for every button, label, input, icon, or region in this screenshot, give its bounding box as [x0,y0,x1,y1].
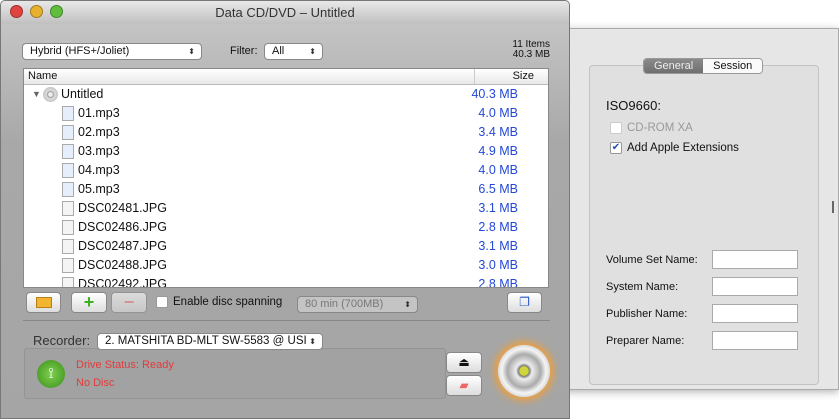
item-summary: 11 Items 40.3 MB [512,39,550,60]
eject-icon: ⏏ [458,355,470,369]
list-row[interactable]: DSC02492.JPG 2.8 MB [24,275,548,287]
filter-select[interactable]: All ⬍ [264,43,323,60]
list-row-root[interactable]: ▼ Untitled 40.3 MB [24,85,548,104]
recorder-label: Recorder: [33,333,91,348]
audio-file-icon [62,182,74,197]
title-bar: Data CD/DVD – Untitled [1,1,569,24]
list-row[interactable]: 04.mp3 4.0 MB [24,161,548,180]
drive-status: Drive Status: Ready [76,359,174,371]
add-button[interactable]: + [71,292,107,313]
list-header: Name Size [24,69,548,85]
volume-set-input[interactable] [712,250,798,269]
list-row[interactable]: 03.mp3 4.9 MB [24,142,548,161]
system-name-input[interactable] [712,277,798,296]
tab-session[interactable]: Session [703,59,763,73]
drive-status-box: ⟟ Drive Status: Ready No Disc [24,348,446,399]
tab-general[interactable]: General [644,59,704,73]
remove-button[interactable]: − [111,292,147,313]
publisher-name-input[interactable] [712,304,798,323]
audio-file-icon [62,144,74,159]
usb-icon: ⟟ [37,360,65,388]
new-folder-icon [35,297,52,308]
zoom-button[interactable] [50,5,63,18]
audio-file-icon [62,125,74,140]
burn-button[interactable] [498,345,550,397]
apple-extensions-checkbox[interactable]: ✔ Add Apple Extensions [610,142,739,154]
image-file-icon [62,201,74,216]
checkmark-icon: ✔ [610,142,622,154]
publisher-name-label: Publisher Name: [606,308,688,320]
volume-set-label: Volume Set Name: [606,254,698,266]
recorder-select[interactable]: 2. MATSHITA BD-MLT SW-5583 @ USI ⬍ [97,333,323,350]
minimize-button[interactable] [30,5,43,18]
drawer-tabs: General Session [643,58,764,74]
eraser-icon: ▰ [459,378,469,392]
image-file-icon [62,239,74,254]
disc-icon [43,87,58,102]
windows-icon: ❐ [519,295,530,309]
list-row[interactable]: DSC02487.JPG 3.1 MB [24,237,548,256]
spanning-size-select[interactable]: 80 min (700MB) ⬍ [297,296,418,313]
format-select[interactable]: Hybrid (HFS+/Joliet) ⬍ [22,43,202,60]
image-file-icon [62,277,74,287]
column-name[interactable]: Name [28,69,57,84]
close-button[interactable] [10,5,23,18]
cdrom-xa-checkbox[interactable]: CD-ROM XA [610,122,693,134]
audio-file-icon [62,163,74,178]
list-row[interactable]: 05.mp3 6.5 MB [24,180,548,199]
window-title: Data CD/DVD – Untitled [215,5,355,20]
iso-heading: ISO9660: [606,98,661,113]
file-list[interactable]: Name Size ▼ Untitled 40.3 MB 01.mp3 4.0 M… [23,68,549,288]
list-row[interactable]: 02.mp3 3.4 MB [24,123,548,142]
preparer-name-label: Preparer Name: [606,335,685,347]
image-file-icon [62,220,74,235]
audio-file-icon [62,106,74,121]
options-drawer: General Session ISO9660: CD-ROM XA ✔ Add … [560,28,839,390]
system-name-label: System Name: [606,281,679,293]
disclosure-triangle-icon[interactable]: ▼ [32,85,41,104]
drawer-resize-handle[interactable] [832,201,834,213]
filter-label: Filter: [230,45,258,57]
list-row[interactable]: DSC02488.JPG 3.0 MB [24,256,548,275]
erase-button[interactable]: ▰ [446,375,482,396]
window-view-button[interactable]: ❐ [507,292,542,313]
add-folder-button[interactable] [26,292,61,313]
disc-spanning-checkbox[interactable]: Enable disc spanning [156,296,282,308]
list-row[interactable]: DSC02481.JPG 3.1 MB [24,199,548,218]
eject-button[interactable]: ⏏ [446,352,482,373]
image-file-icon [62,258,74,273]
disc-status: No Disc [76,377,115,389]
column-size[interactable]: Size [513,69,534,84]
main-window: Data CD/DVD – Untitled Hybrid (HFS+/Joli… [0,0,570,419]
list-row[interactable]: 01.mp3 4.0 MB [24,104,548,123]
preparer-name-input[interactable] [712,331,798,350]
general-panel: ISO9660: CD-ROM XA ✔ Add Apple Extensions… [589,65,819,385]
list-row[interactable]: DSC02486.JPG 2.8 MB [24,218,548,237]
